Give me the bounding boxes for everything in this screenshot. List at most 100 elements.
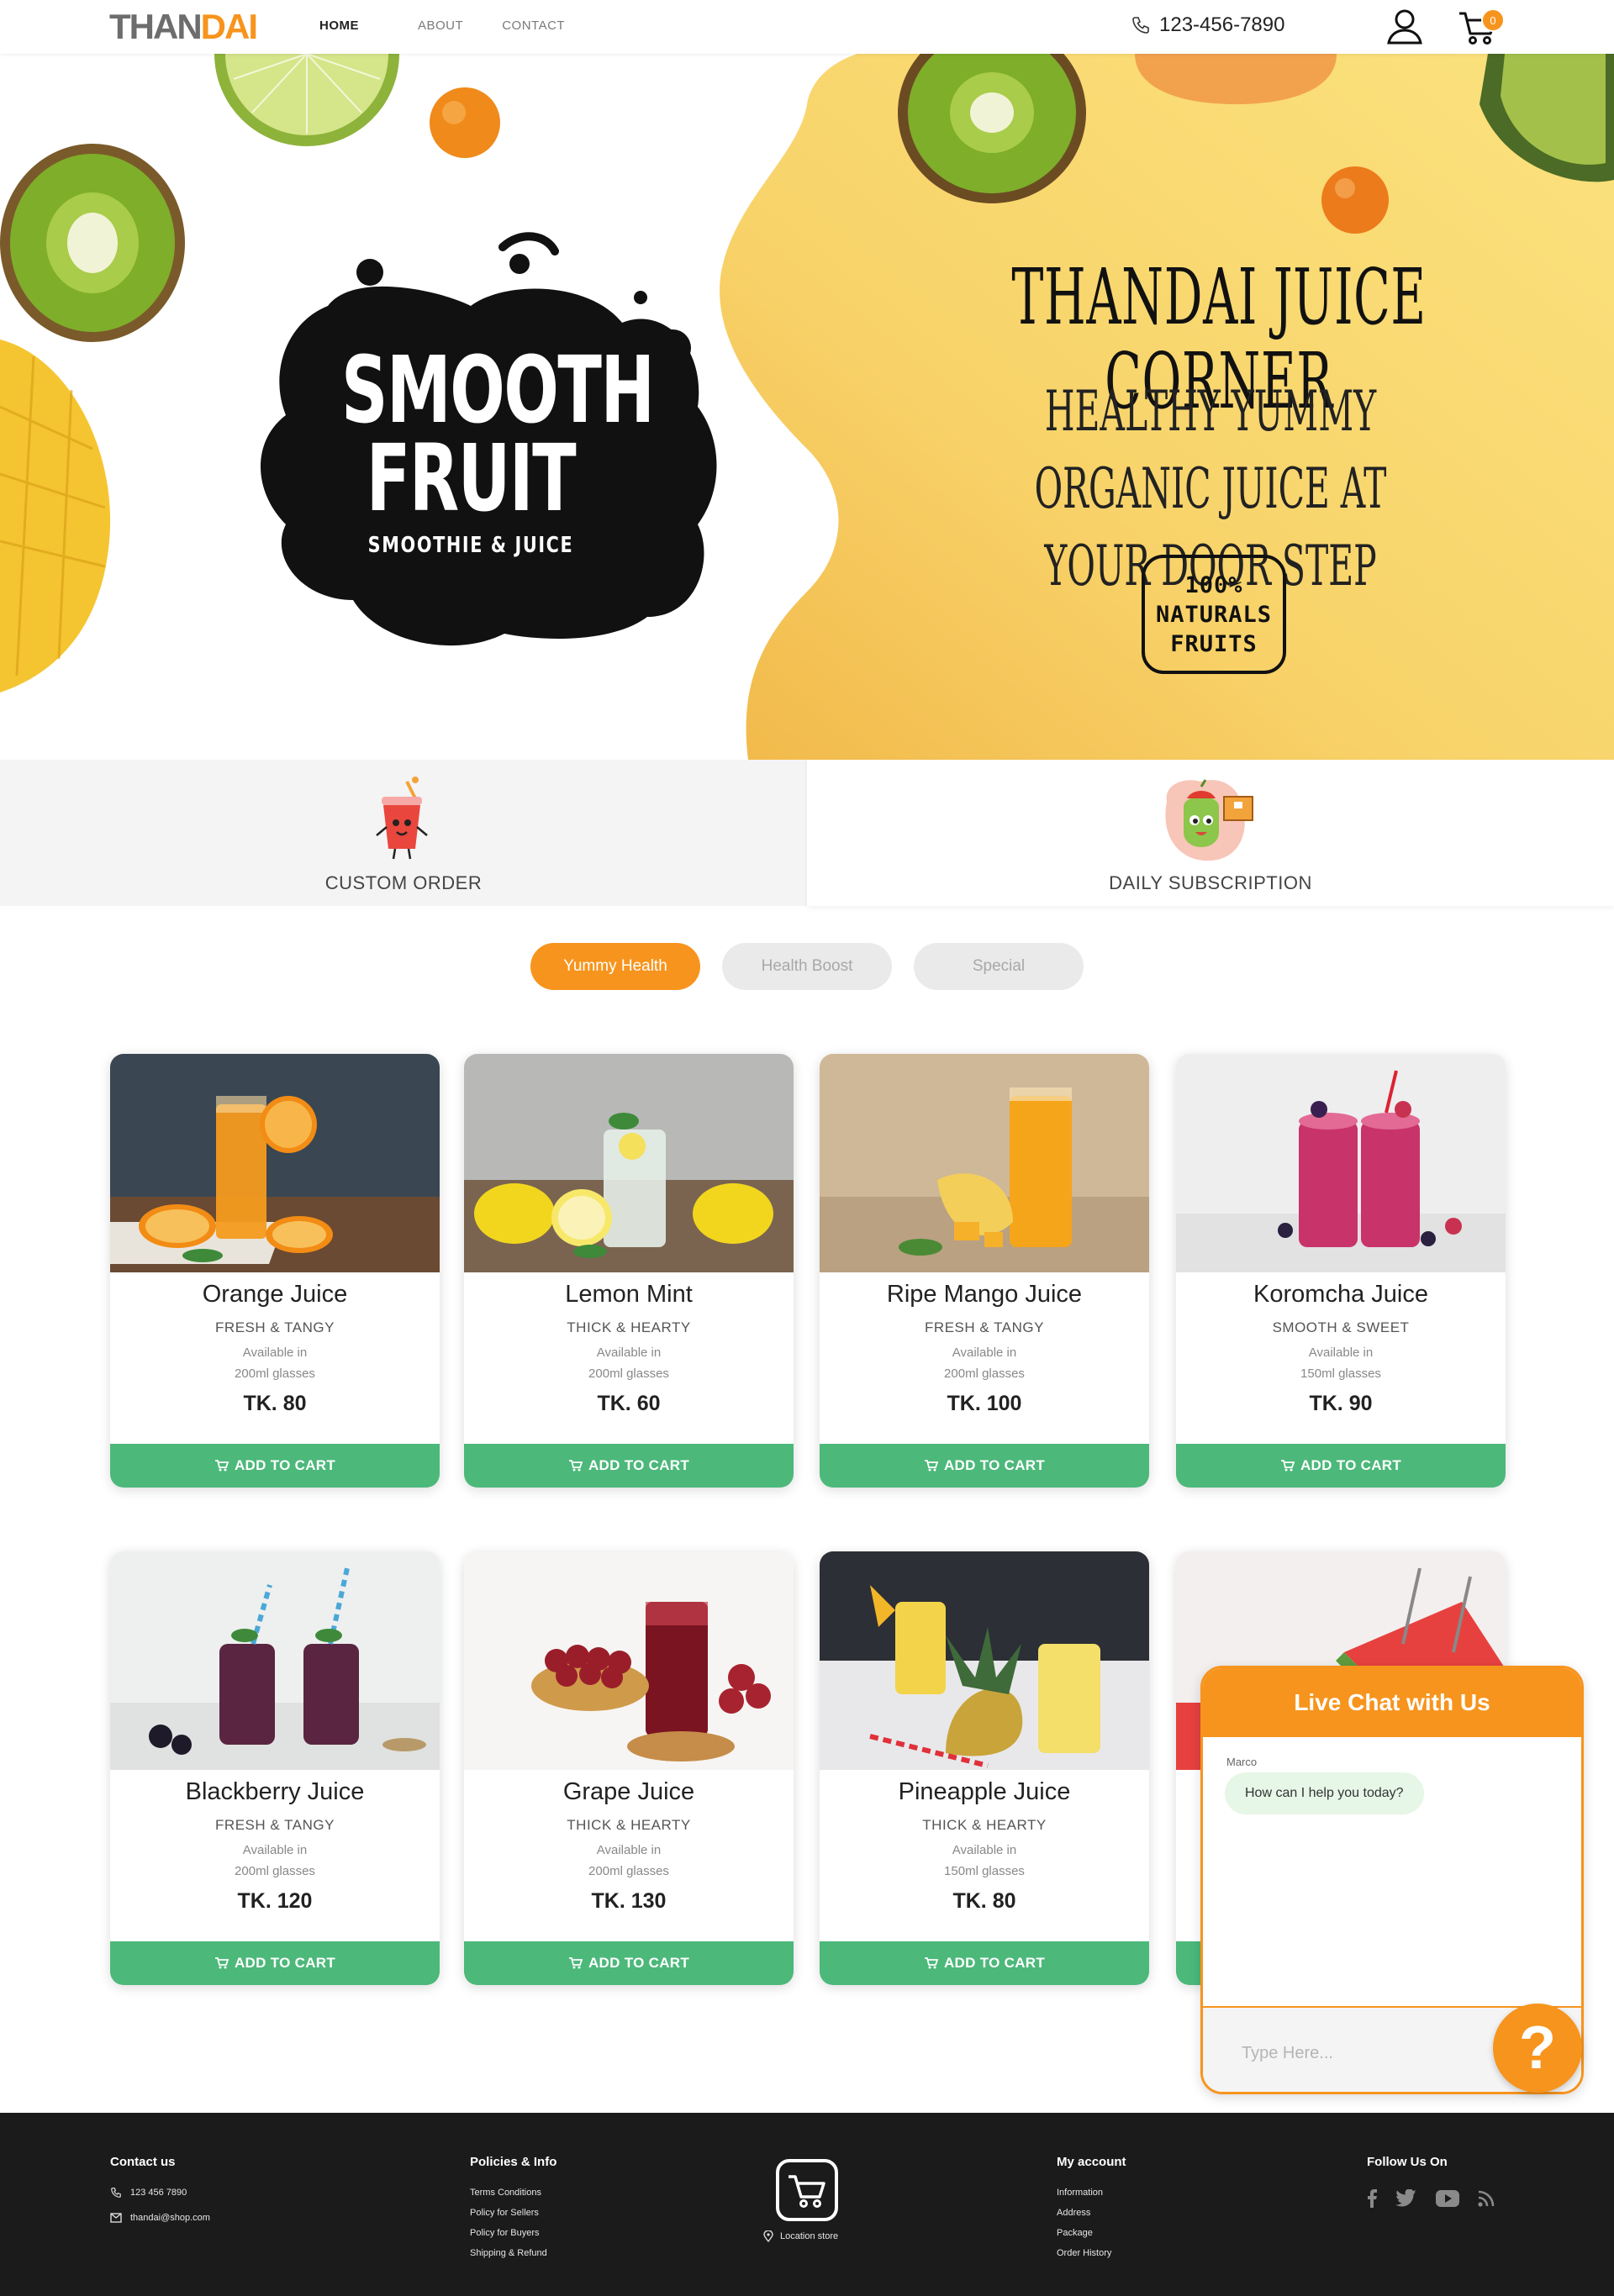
footer-policies: Policies & Info Terms Conditions Policy … [470, 2155, 556, 2263]
product-availability: Available in [952, 1345, 1017, 1360]
tab-special[interactable]: Special [914, 943, 1084, 990]
footer-contact: Contact us 123 456 7890 thandai@shop.com [110, 2155, 210, 2228]
product-size: 200ml glasses [588, 1367, 669, 1381]
product-name: Ripe Mango Juice [886, 1281, 1083, 1308]
cart-icon [568, 1460, 583, 1472]
koromcha-juice-photo [1176, 1054, 1506, 1272]
footer-phone[interactable]: 123 456 7890 [110, 2183, 210, 2203]
product-price: TK. 100 [947, 1392, 1022, 1415]
footer-link[interactable]: Order History [1057, 2243, 1126, 2263]
main-nav: HOME ABOUT CONTACT [319, 18, 565, 33]
footer-heading: Follow Us On [1367, 2155, 1448, 2169]
brand-logo[interactable]: THANDAI [109, 8, 258, 45]
add-to-cart-button[interactable]: ADD TO CART [110, 1444, 440, 1488]
store-cart-icon[interactable] [775, 2158, 839, 2222]
juice-cup-icon [376, 777, 428, 860]
mango-juice-photo [820, 1054, 1149, 1272]
tab-yummy-health[interactable]: Yummy Health [530, 943, 700, 990]
product-availability: Available in [1308, 1345, 1374, 1360]
chat-message-bubble: How can I help you today? [1225, 1772, 1424, 1814]
product-tagline: FRESH & TANGY [215, 1319, 335, 1335]
product-size: 200ml glasses [588, 1864, 669, 1878]
header-phone[interactable]: 123-456-7890 [1131, 13, 1284, 37]
phone-number: 123-456-7890 [1159, 13, 1285, 36]
nav-home[interactable]: HOME [319, 18, 359, 33]
footer-link[interactable]: Policy for Sellers [470, 2203, 556, 2223]
rss-icon[interactable] [1478, 2190, 1495, 2207]
product-size: 200ml glasses [235, 1864, 315, 1878]
site-header: THANDAI HOME ABOUT CONTACT 123-456-7890 … [0, 0, 1614, 54]
footer-social: Follow Us On [1367, 2155, 1495, 2208]
phone-icon [111, 2188, 121, 2198]
product-size: 150ml glasses [1300, 1367, 1381, 1381]
product-price: TK. 130 [591, 1889, 667, 1913]
service-label: CUSTOM ORDER [324, 872, 483, 893]
product-card: Koromcha Juice SMOOTH & SWEET Available … [1176, 1054, 1506, 1488]
product-availability: Available in [952, 1843, 1017, 1857]
user-icon[interactable] [1385, 7, 1424, 45]
product-tagline: THICK & HEARTY [922, 1817, 1047, 1833]
product-name: Pineapple Juice [898, 1778, 1071, 1805]
cart-icon [924, 1957, 939, 1969]
product-price: TK. 90 [1309, 1392, 1373, 1415]
product-size: 200ml glasses [235, 1367, 315, 1381]
tab-health-boost[interactable]: Health Boost [722, 943, 892, 990]
product-size: 200ml glasses [944, 1367, 1025, 1381]
delivery-fruit-icon [1165, 779, 1253, 861]
product-name: Orange Juice [202, 1281, 348, 1308]
chat-title: Live Chat with Us [1203, 1668, 1581, 1737]
product-price: TK. 80 [243, 1392, 307, 1415]
product-name: Grape Juice [562, 1778, 695, 1805]
product-card: Ripe Mango Juice FRESH & TANGY Available… [820, 1054, 1149, 1488]
footer-heading: My account [1057, 2155, 1126, 2169]
footer-link[interactable]: Policy for Buyers [470, 2223, 556, 2243]
footer-email[interactable]: thandai@shop.com [110, 2208, 210, 2228]
product-tagline: THICK & HEARTY [567, 1319, 691, 1335]
footer-link[interactable]: Terms Conditions [470, 2183, 556, 2203]
product-availability: Available in [242, 1345, 308, 1360]
location-pin-icon [763, 2230, 773, 2242]
cart-icon [214, 1460, 229, 1472]
twitter-icon[interactable] [1395, 2189, 1417, 2208]
footer-link[interactable]: Address [1057, 2203, 1126, 2223]
product-availability: Available in [596, 1345, 662, 1360]
add-to-cart-button[interactable]: ADD TO CART [820, 1444, 1149, 1488]
product-price: TK. 120 [237, 1889, 313, 1913]
add-to-cart-button[interactable]: ADD TO CART [1176, 1444, 1506, 1488]
add-to-cart-button[interactable]: ADD TO CART [110, 1941, 440, 1985]
natural-fruits-badge: 100% NATURALS FRUITS [1142, 555, 1286, 674]
category-tabs: Yummy Health Health Boost Special [0, 943, 1614, 990]
add-to-cart-button[interactable]: ADD TO CART [820, 1941, 1149, 1985]
location-store-link[interactable]: Location store [763, 2230, 838, 2242]
add-to-cart-button[interactable]: ADD TO CART [464, 1444, 794, 1488]
footer-heading: Policies & Info [470, 2155, 557, 2169]
footer-account: My account Information Address Package O… [1057, 2155, 1126, 2263]
footer-link[interactable]: Shipping & Refund [470, 2243, 556, 2263]
product-size: 150ml glasses [944, 1864, 1025, 1878]
footer-link[interactable]: Information [1057, 2183, 1126, 2203]
site-footer: Contact us 123 456 7890 thandai@shop.com… [0, 2113, 1614, 2296]
product-tagline: SMOOTH & SWEET [1272, 1319, 1410, 1335]
product-tagline: FRESH & TANGY [925, 1319, 1044, 1335]
youtube-icon[interactable] [1436, 2190, 1459, 2207]
nav-contact[interactable]: CONTACT [502, 18, 565, 33]
daily-subscription-box[interactable]: DAILY SUBSCRIPTION [807, 760, 1614, 906]
chat-message-input[interactable] [1242, 2036, 1460, 2070]
cart-count-badge: 0 [1481, 8, 1505, 32]
blackberry-juice-photo [110, 1551, 440, 1770]
product-price: TK. 80 [952, 1889, 1016, 1913]
product-name: Blackberry Juice [185, 1778, 365, 1805]
add-to-cart-button[interactable]: ADD TO CART [464, 1941, 794, 1985]
product-name: Koromcha Juice [1253, 1281, 1428, 1308]
product-card: Orange Juice FRESH & TANGY Available in … [110, 1054, 440, 1488]
facebook-icon[interactable] [1367, 2189, 1377, 2208]
nav-about[interactable]: ABOUT [418, 18, 463, 33]
footer-link[interactable]: Package [1057, 2223, 1126, 2243]
custom-order-box[interactable]: CUSTOM ORDER [0, 760, 807, 906]
phone-icon [1132, 17, 1149, 34]
product-availability: Available in [242, 1843, 308, 1857]
product-tagline: THICK & HEARTY [567, 1817, 691, 1833]
chat-help-button[interactable]: ? [1493, 2004, 1582, 2093]
social-links [1367, 2189, 1495, 2208]
product-card: Lemon Mint THICK & HEARTY Available in 2… [464, 1054, 794, 1488]
